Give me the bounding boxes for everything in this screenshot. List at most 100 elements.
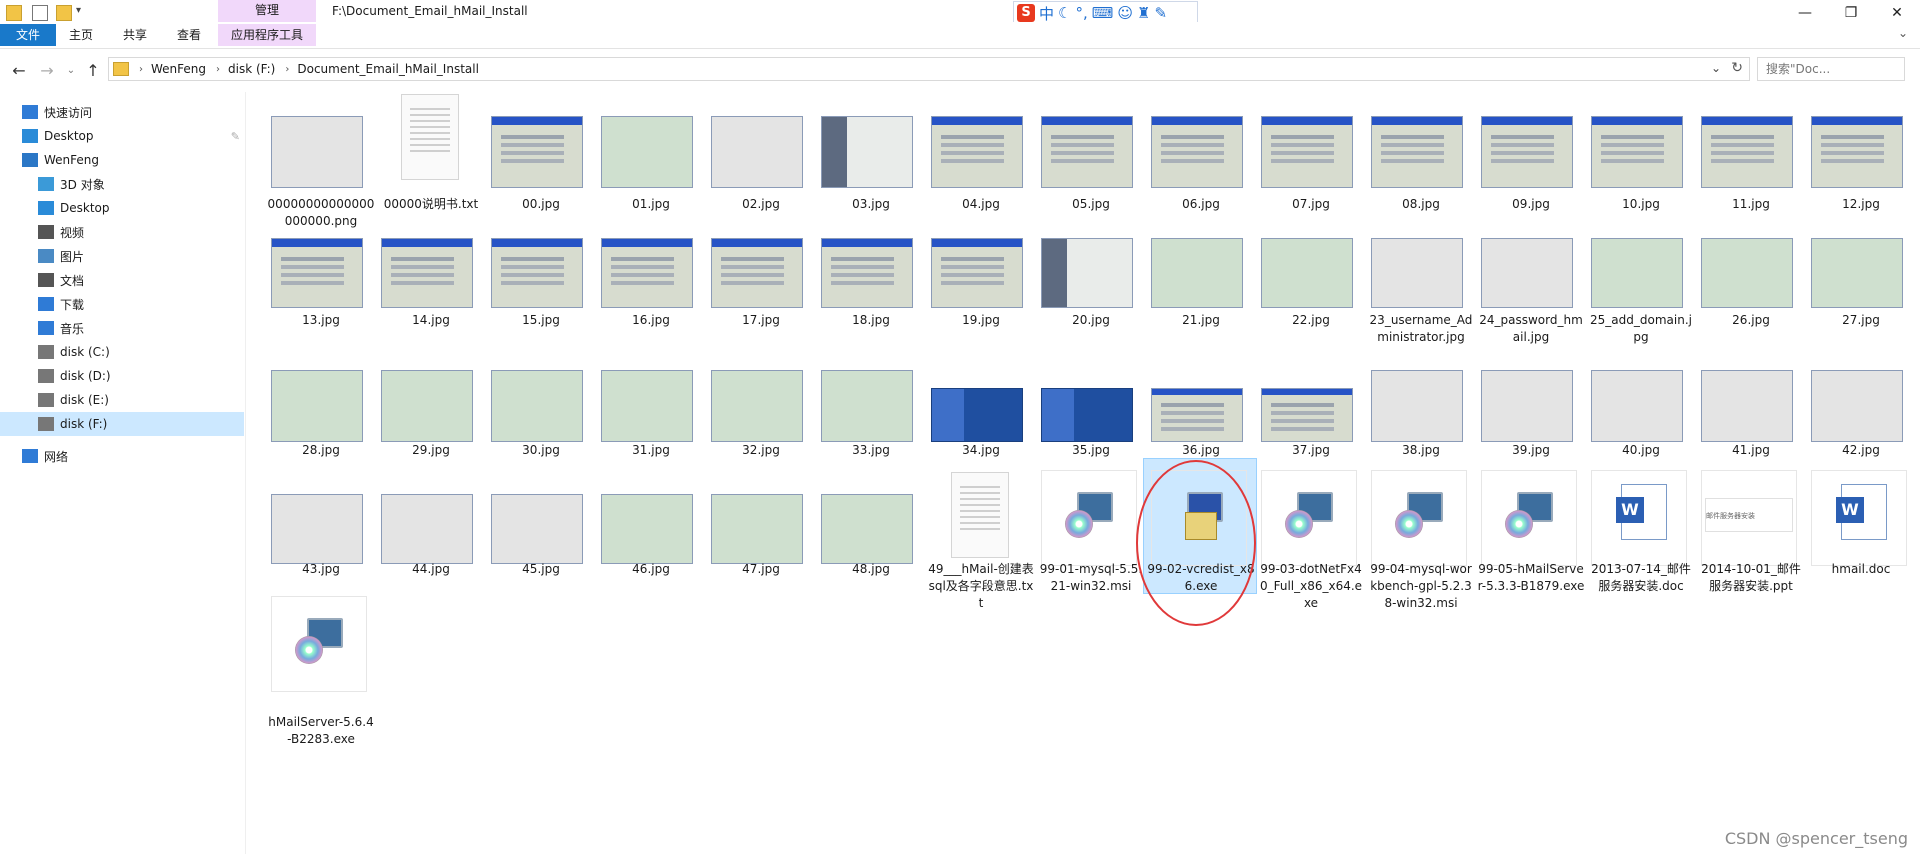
file-name-label[interactable]: hmail.doc [1807, 561, 1915, 578]
file-name-label[interactable]: 09.jpg [1477, 196, 1585, 213]
punctuation-icon[interactable]: °, [1075, 4, 1087, 22]
ime-mode-label[interactable]: 中 [1039, 3, 1054, 24]
search-input[interactable]: 搜索"Doc... [1757, 57, 1905, 81]
file-name-label[interactable]: 29.jpg [377, 442, 485, 459]
file-name-label[interactable]: 07.jpg [1257, 196, 1365, 213]
file-name-label[interactable]: 38.jpg [1367, 442, 1475, 459]
file-name-label[interactable]: 14.jpg [377, 312, 485, 329]
folder-icon[interactable] [6, 5, 22, 21]
file-name-label[interactable]: 20.jpg [1037, 312, 1145, 329]
file-name-label[interactable]: 43.jpg [267, 561, 375, 578]
nav-item[interactable]: disk (F:) [0, 412, 244, 436]
file-name-label[interactable]: 99-01-mysql-5.5.21-win32.msi [1037, 561, 1145, 595]
file-name-label[interactable]: 00.jpg [487, 196, 595, 213]
tab-view[interactable]: 查看 [168, 24, 210, 46]
file-name-label[interactable]: 39.jpg [1477, 442, 1585, 459]
file-name-label[interactable]: 06.jpg [1147, 196, 1255, 213]
chevron-right-icon[interactable]: › [216, 64, 220, 75]
nav-item[interactable]: 网络 [0, 444, 244, 468]
up-icon[interactable]: ↑ [84, 62, 102, 80]
nav-item[interactable]: 快速访问 [0, 100, 244, 124]
file-name-label[interactable]: 00000000000000000000.png [267, 196, 375, 230]
file-name-label[interactable]: 13.jpg [267, 312, 375, 329]
address-bar[interactable]: › WenFeng › disk (F:) › Document_Email_h… [108, 57, 1750, 81]
shirt-icon[interactable]: ♜ [1137, 4, 1150, 22]
file-name-label[interactable]: 31.jpg [597, 442, 705, 459]
file-name-label[interactable]: 11.jpg [1697, 196, 1805, 213]
manage-tab[interactable]: 管理 [218, 0, 316, 22]
file-name-label[interactable]: 37.jpg [1257, 442, 1365, 459]
nav-item[interactable]: disk (E:) [0, 388, 244, 412]
file-name-label[interactable]: 15.jpg [487, 312, 595, 329]
file-name-label[interactable]: 2014-10-01_邮件服务器安装.ppt [1697, 561, 1805, 595]
file-name-label[interactable]: 18.jpg [817, 312, 925, 329]
file-name-label[interactable]: 36.jpg [1147, 442, 1255, 459]
nav-item[interactable]: 文档 [0, 268, 244, 292]
ribbon-expand-icon[interactable]: ⌄ [1898, 26, 1908, 40]
new-folder-icon[interactable] [56, 5, 72, 21]
nav-item[interactable]: Desktop ✎ [0, 124, 244, 148]
file-name-label[interactable]: 22.jpg [1257, 312, 1365, 329]
breadcrumb-folder[interactable]: Document_Email_hMail_Install [297, 62, 479, 76]
file-name-label[interactable]: 99-05-hMailServer-5.3.3-B1879.exe [1477, 561, 1585, 595]
file-name-label[interactable]: 21.jpg [1147, 312, 1255, 329]
file-name-label[interactable]: 12.jpg [1807, 196, 1915, 213]
file-name-label[interactable]: 25_add_domain.jpg [1587, 312, 1695, 346]
properties-icon[interactable] [32, 5, 48, 21]
tab-app-tools[interactable]: 应用程序工具 [218, 24, 316, 46]
file-name-label[interactable]: 49___hMail-创建表sql及各字段意思.txt [927, 561, 1035, 612]
nav-item[interactable]: disk (D:) [0, 364, 244, 388]
breadcrumb-wenfeng[interactable]: WenFeng [151, 62, 206, 76]
refresh-icon[interactable]: ↻ [1731, 60, 1743, 76]
nav-item[interactable]: 图片 [0, 244, 244, 268]
file-name-label[interactable]: 03.jpg [817, 196, 925, 213]
file-name-label[interactable]: 42.jpg [1807, 442, 1915, 459]
file-name-label[interactable]: 33.jpg [817, 442, 925, 459]
file-name-label[interactable]: 01.jpg [597, 196, 705, 213]
file-name-label[interactable]: 17.jpg [707, 312, 815, 329]
file-name-label[interactable]: 05.jpg [1037, 196, 1145, 213]
file-name-label[interactable]: 28.jpg [267, 442, 375, 459]
file-name-label[interactable]: 30.jpg [487, 442, 595, 459]
nav-item[interactable]: Desktop [0, 196, 244, 220]
user-icon[interactable]: ☺ [1117, 4, 1133, 22]
chevron-right-icon[interactable]: › [139, 64, 143, 75]
file-name-label[interactable]: 32.jpg [707, 442, 815, 459]
recent-dropdown-icon[interactable]: ⌄ [62, 62, 80, 80]
tab-home[interactable]: 主页 [60, 24, 102, 46]
file-name-label[interactable]: 47.jpg [707, 561, 815, 578]
keyboard-icon[interactable]: ⌨ [1092, 4, 1114, 22]
file-name-label[interactable]: 26.jpg [1697, 312, 1805, 329]
tab-share[interactable]: 共享 [114, 24, 156, 46]
nav-item[interactable]: 下载 [0, 292, 244, 316]
file-name-label[interactable]: 10.jpg [1587, 196, 1695, 213]
file-name-label[interactable]: 27.jpg [1807, 312, 1915, 329]
file-name-label[interactable]: 04.jpg [927, 196, 1035, 213]
file-name-label[interactable]: 41.jpg [1697, 442, 1805, 459]
forward-icon[interactable]: → [38, 62, 56, 80]
quick-access-dropdown-icon[interactable]: ▾ [76, 5, 90, 19]
file-name-label[interactable]: 48.jpg [817, 561, 925, 578]
file-name-label[interactable]: hMailServer-5.6.4-B2283.exe [267, 714, 375, 748]
file-name-label[interactable]: 23_username_Administrator.jpg [1367, 312, 1475, 346]
nav-item[interactable]: 视频 [0, 220, 244, 244]
file-name-label[interactable]: 16.jpg [597, 312, 705, 329]
nav-item[interactable]: 音乐 [0, 316, 244, 340]
file-name-label[interactable]: 08.jpg [1367, 196, 1475, 213]
file-name-label[interactable]: 00000说明书.txt [377, 196, 485, 213]
file-name-label[interactable]: 24_password_hmail.jpg [1477, 312, 1585, 346]
pin-icon[interactable]: ✎ [231, 130, 240, 143]
file-name-label[interactable]: 34.jpg [927, 442, 1035, 459]
nav-item[interactable]: WenFeng [0, 148, 244, 172]
moon-icon[interactable]: ☾ [1058, 4, 1071, 22]
file-name-label[interactable]: 99-03-dotNetFx40_Full_x86_x64.exe [1257, 561, 1365, 612]
file-name-label[interactable]: 35.jpg [1037, 442, 1145, 459]
file-name-label[interactable]: 99-04-mysql-workbench-gpl-5.2.38-win32.m… [1367, 561, 1475, 612]
tab-file[interactable]: 文件 [0, 24, 56, 46]
breadcrumb-disk-f[interactable]: disk (F:) [228, 62, 275, 76]
address-dropdown-icon[interactable]: ⌄ [1711, 61, 1721, 75]
file-name-label[interactable]: 99-02-vcredist_x86.exe [1147, 561, 1255, 595]
nav-item[interactable]: 3D 对象 [0, 172, 244, 196]
wrench-icon[interactable]: ✎ [1155, 4, 1168, 22]
back-icon[interactable]: ← [10, 62, 28, 80]
